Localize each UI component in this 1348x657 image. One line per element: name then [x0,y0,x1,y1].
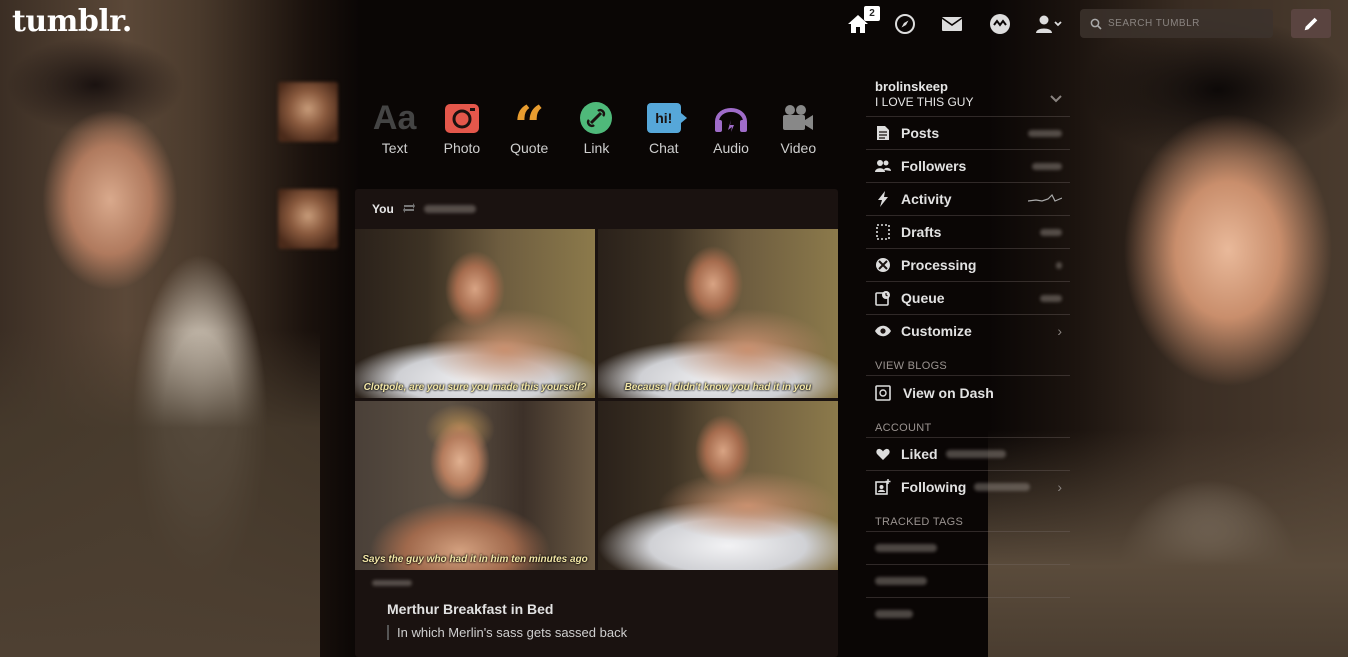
post-type-label: Video [780,140,817,156]
sidebar-item-followers[interactable]: Followers [866,149,1070,182]
post-type-link[interactable]: Link [564,98,628,156]
sidebar-item-following[interactable]: Following › [866,470,1070,503]
sidebar-item-liked[interactable]: Liked [866,437,1070,470]
search-input[interactable] [1108,18,1268,29]
post-type-chat[interactable]: hi! Chat [632,98,696,156]
sidebar-item-view-on-dash[interactable]: View on Dash [866,375,1070,409]
post-type-photo[interactable]: Photo [430,98,494,156]
post-header: You [355,189,838,229]
compose-pencil-icon [1304,17,1318,30]
followers-count [1032,162,1062,170]
photoset-caption: Because I didn't know you had it in you [624,382,812,393]
sidebar-item-activity[interactable]: Activity [866,182,1070,215]
headphones-icon [715,108,748,132]
post-title: Merthur Breakfast in Bed [387,601,554,617]
section-heading-view-blogs: VIEW BLOGS [875,360,948,372]
heart-icon [875,446,891,462]
following-count [974,483,1031,491]
section-heading-tracked-tags: TRACKED TAGS [875,516,964,528]
blog-sidebar: brolinskeep I LOVE THIS GUY Posts Follow… [866,76,1070,630]
post-quote: In which Merlin's sass gets sassed back [387,625,838,640]
text-aa-icon: Aa [372,98,417,137]
photoset: Clotpole, are you sure you made this you… [355,229,838,571]
sidebar-item-drafts[interactable]: Drafts [866,215,1070,248]
photoset-image[interactable]: Because I didn't know you had it in you [598,229,838,398]
inbox-mail-icon[interactable] [940,12,964,36]
photoset-image[interactable]: Clotpole, are you sure you made this you… [355,229,595,398]
post-author[interactable]: You [372,202,394,216]
view-on-dash-icon [875,384,891,401]
drafts-icon [875,224,891,240]
liked-count [945,450,1006,458]
reblogged-from-blog[interactable] [423,205,476,213]
camera-icon [444,104,479,133]
processing-count [1056,261,1062,269]
eye-icon [875,323,891,339]
activity-bolt-icon [875,191,891,207]
sidebar-item-processing[interactable]: Processing [866,248,1070,281]
followers-icon [875,158,891,174]
video-camera-icon [783,105,814,130]
post-type-video[interactable]: Video [766,98,830,156]
chevron-right-icon: › [1057,323,1062,339]
drafts-count [1040,228,1062,236]
sidebar-item-customize[interactable]: Customize › [866,314,1070,347]
post-type-label: Photo [443,140,481,156]
post-type-label: Text [381,140,408,156]
tracked-tag[interactable] [866,531,1070,564]
explore-compass-icon[interactable] [893,12,917,36]
sidebar-item-queue[interactable]: Queue [866,281,1070,314]
user-avatar[interactable] [278,82,338,142]
post-type-quote[interactable]: “ Quote [497,98,561,156]
post-type-audio[interactable]: Audio [699,98,763,156]
post-type-selector: Aa Text Photo “ Quote Link hi! Chat Audi… [355,82,838,172]
processing-icon [875,257,891,273]
activity-sparkline [1027,190,1063,208]
blog-name: brolinskeep [875,79,948,94]
blog-switcher[interactable]: brolinskeep I LOVE THIS GUY [866,76,1070,116]
section-heading-account: ACCOUNT [875,422,932,434]
compose-button[interactable] [1291,9,1331,38]
posts-count [1028,129,1062,137]
source-blog-name[interactable] [372,580,412,586]
search-bar[interactable] [1080,9,1273,38]
top-navigation-bar: tumblr. 2 [0,0,1348,48]
blog-title: I LOVE THIS GUY [875,95,974,109]
sidebar-item-posts[interactable]: Posts [866,116,1070,149]
chevron-right-icon: › [1057,479,1062,495]
link-icon [580,102,613,134]
activity-icon[interactable] [988,12,1012,36]
post-type-text[interactable]: Aa Text [363,98,427,157]
post-author-avatar[interactable] [278,189,338,249]
queue-icon [875,290,891,306]
chat-icon: hi! [646,103,687,133]
post-type-label: Chat [648,140,679,156]
tracked-tag[interactable] [866,564,1070,597]
post-type-label: Audio [713,140,749,156]
chevron-down-icon [1050,90,1062,108]
photoset-caption: Says the guy who had it in him ten minut… [362,554,588,565]
photoset-image[interactable]: Says the guy who had it in him ten minut… [355,401,595,570]
reblog-icon [402,202,416,217]
following-icon [875,479,891,495]
queue-count [1040,294,1062,302]
tracked-tag[interactable] [866,597,1070,630]
post-type-label: Quote [510,140,549,156]
tumblr-logo[interactable]: tumblr. [12,4,132,39]
search-icon [1090,18,1102,30]
photoset-image[interactable] [598,401,838,570]
post-body: Merthur Breakfast in Bed In which Merlin… [355,595,838,640]
home-notification-badge: 2 [864,6,880,21]
posts-icon [875,125,891,141]
account-icon[interactable] [1035,12,1063,36]
photoset-caption: Clotpole, are you sure you made this you… [363,382,587,393]
post-type-label: Link [583,140,610,156]
post-source [355,571,838,595]
dashboard-post: You Clotpole, are you sure you made this… [355,189,838,657]
